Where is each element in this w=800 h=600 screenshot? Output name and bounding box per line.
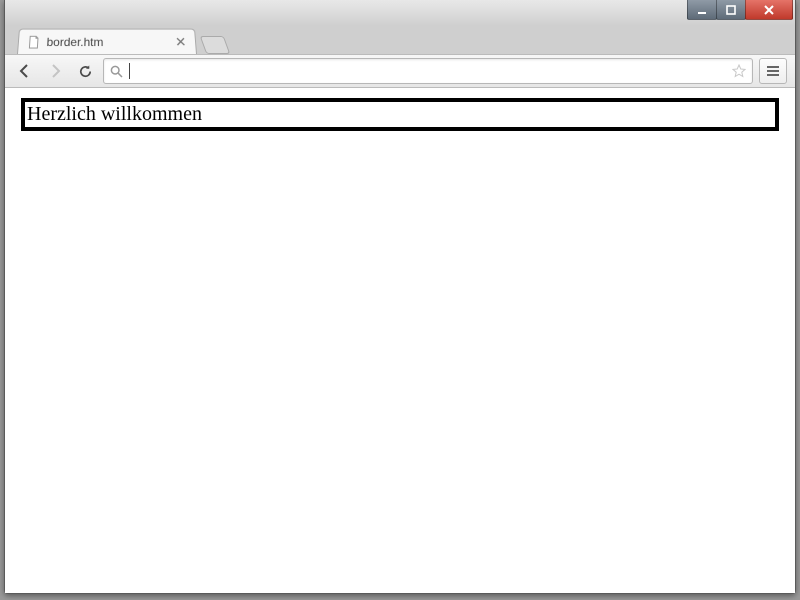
file-icon: [26, 35, 41, 49]
maximize-button[interactable]: [716, 0, 746, 20]
minimize-button[interactable]: [687, 0, 717, 20]
maximize-icon: [726, 5, 736, 15]
page-heading: Herzlich willkommen: [21, 98, 779, 131]
tab-close-button[interactable]: [173, 35, 188, 49]
minimize-icon: [697, 5, 707, 15]
close-icon: [175, 37, 184, 46]
reload-icon: [78, 64, 93, 79]
hamburger-icon: [766, 65, 780, 77]
back-button[interactable]: [13, 59, 37, 83]
tab-strip: border.htm: [5, 26, 795, 54]
tab-border-htm[interactable]: border.htm: [17, 29, 197, 54]
bookmark-star-icon[interactable]: [732, 64, 746, 78]
search-icon: [110, 65, 123, 78]
toolbar: [5, 54, 795, 88]
menu-button[interactable]: [759, 58, 787, 84]
address-bar[interactable]: [103, 58, 753, 84]
reload-button[interactable]: [73, 59, 97, 83]
close-icon: [763, 4, 775, 16]
close-button[interactable]: [745, 0, 793, 20]
new-tab-button[interactable]: [200, 36, 231, 54]
arrow-left-icon: [17, 63, 33, 79]
url-input[interactable]: [129, 63, 726, 79]
window-titlebar: [5, 0, 795, 26]
page-viewport: Herzlich willkommen: [5, 88, 795, 593]
arrow-right-icon: [47, 63, 63, 79]
forward-button[interactable]: [43, 59, 67, 83]
tab-title: border.htm: [46, 35, 167, 49]
browser-window: border.htm Herzlic: [4, 0, 796, 594]
window-controls: [688, 0, 793, 20]
